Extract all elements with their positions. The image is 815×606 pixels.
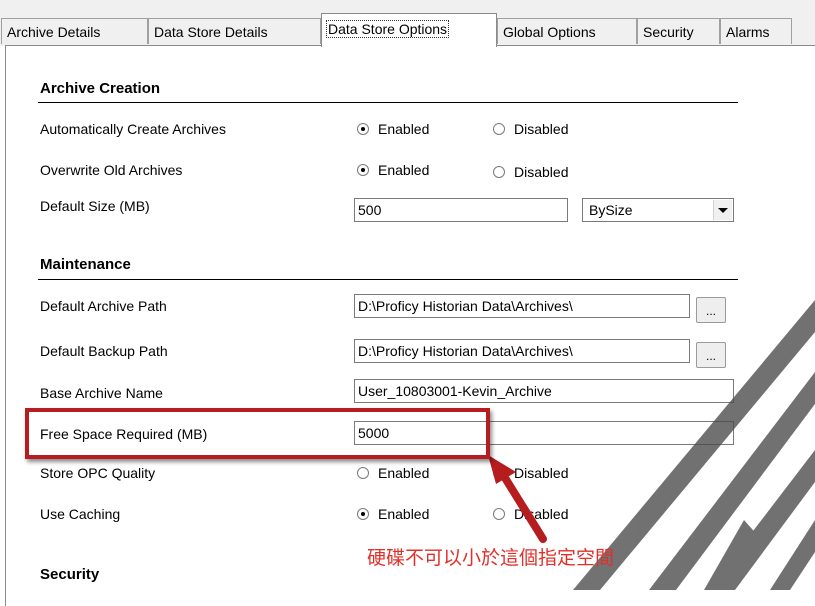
- base-archive-name-input[interactable]: User_10803001-Kevin_Archive: [354, 379, 734, 403]
- radio-opc-quality-enabled[interactable]: Enabled: [357, 465, 429, 481]
- radio-label: Disabled: [514, 121, 569, 137]
- label-store-opc-quality: Store OPC Quality: [40, 465, 156, 481]
- section-title-security: Security: [40, 566, 100, 583]
- default-archive-path-input[interactable]: D:\Proficy Historian Data\Archives\: [354, 294, 690, 318]
- label-overwrite-old-archives: Overwrite Old Archives: [40, 162, 183, 178]
- annotation-text: 硬碟不可以小於這個指定空間: [367, 547, 615, 569]
- label-default-backup-path: Default Backup Path: [40, 343, 168, 359]
- default-size-mode-select[interactable]: BySize: [582, 198, 734, 222]
- radio-unselected-icon: [357, 467, 369, 479]
- radio-selected-icon: [493, 467, 505, 479]
- radio-overwrite-enabled[interactable]: Enabled: [357, 162, 429, 178]
- default-backup-path-input[interactable]: D:\Proficy Historian Data\Archives\: [354, 339, 690, 363]
- default-size-input[interactable]: 500: [354, 198, 568, 222]
- options-content: Archive Creation Automatically Create Ar…: [0, 0, 815, 590]
- radio-unselected-icon: [493, 508, 505, 520]
- radio-label: Enabled: [378, 162, 430, 178]
- radio-label: Disabled: [514, 506, 569, 522]
- label-default-archive-path: Default Archive Path: [40, 298, 167, 314]
- radio-caching-enabled[interactable]: Enabled: [357, 506, 429, 522]
- radio-auto-create-disabled[interactable]: Disabled: [493, 121, 568, 137]
- radio-unselected-icon: [493, 166, 505, 178]
- radio-selected-icon: [357, 164, 369, 176]
- label-base-archive-name: Base Archive Name: [40, 385, 163, 401]
- radio-label: Enabled: [378, 121, 430, 137]
- radio-label: Enabled: [378, 465, 430, 481]
- label-auto-create-archives: Automatically Create Archives: [40, 121, 226, 137]
- select-value: BySize: [589, 202, 633, 218]
- radio-label: Disabled: [514, 465, 569, 481]
- radio-auto-create-enabled[interactable]: Enabled: [357, 121, 429, 137]
- radio-selected-icon: [357, 508, 369, 520]
- browse-archive-path-button[interactable]: ...: [696, 297, 726, 323]
- radio-label: Enabled: [378, 506, 430, 522]
- label-default-size: Default Size (MB): [40, 198, 150, 214]
- section-divider: [38, 279, 738, 280]
- section-title-maintenance: Maintenance: [40, 256, 131, 273]
- radio-label: Disabled: [514, 164, 569, 180]
- radio-selected-icon: [357, 123, 369, 135]
- section-title-archive-creation: Archive Creation: [40, 80, 161, 97]
- free-space-highlight-box: [25, 408, 490, 459]
- chevron-down-icon[interactable]: [713, 200, 732, 220]
- radio-caching-disabled[interactable]: Disabled: [493, 506, 568, 522]
- radio-overwrite-disabled[interactable]: Disabled: [493, 164, 568, 180]
- browse-backup-path-button[interactable]: ...: [696, 342, 726, 368]
- radio-unselected-icon: [493, 123, 505, 135]
- label-use-caching: Use Caching: [40, 506, 121, 522]
- section-divider: [38, 102, 738, 103]
- radio-opc-quality-disabled[interactable]: Disabled: [493, 465, 568, 481]
